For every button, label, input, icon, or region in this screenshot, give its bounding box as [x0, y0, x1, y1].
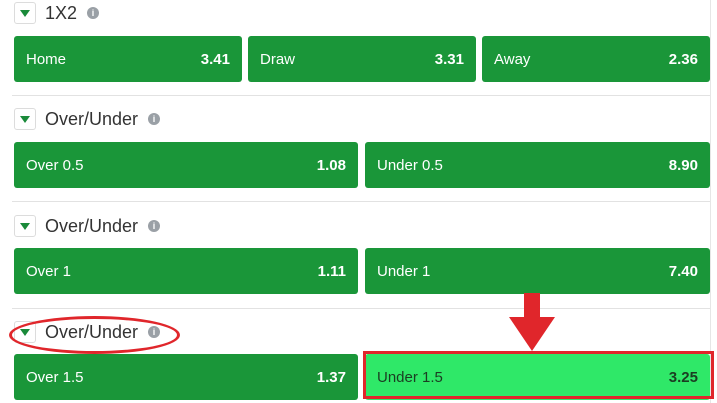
odd-button-home[interactable]: Home 3.41 — [14, 36, 242, 82]
collapse-toggle-icon[interactable] — [14, 2, 36, 24]
market-header[interactable]: Over/Under i — [14, 214, 161, 238]
outcome-label: Away — [494, 50, 531, 68]
outcome-label: Over 1 — [26, 262, 72, 280]
odd-button-over-1[interactable]: Over 1 1.11 — [14, 248, 358, 294]
odd-button-under-1[interactable]: Under 1 7.40 — [365, 248, 710, 294]
odd-button-away[interactable]: Away 2.36 — [482, 36, 710, 82]
outcome-price: 1.37 — [316, 368, 346, 386]
panel-edge — [710, 0, 711, 403]
outcome-price: 1.08 — [316, 156, 346, 174]
info-icon[interactable]: i — [148, 326, 161, 338]
outcome-price: 3.31 — [434, 50, 464, 68]
odd-button-over-1-5[interactable]: Over 1.5 1.37 — [14, 354, 358, 400]
collapse-toggle-icon[interactable] — [14, 108, 36, 130]
market-title: 1X2 — [45, 2, 78, 23]
outcome-label: Draw — [260, 50, 296, 68]
outcome-price: 8.90 — [668, 156, 698, 174]
market-over-under-1-5: Over/Under i Over 1.5 1.37 Under 1.5 3.2… — [0, 309, 710, 403]
odd-button-under-1-5[interactable]: Under 1.5 3.25 — [365, 354, 710, 400]
outcome-price: 2.36 — [668, 50, 698, 68]
collapse-toggle-icon[interactable] — [14, 215, 36, 237]
outcome-label: Over 0.5 — [26, 156, 84, 174]
market-1x2: 1X2 i Home 3.41 Draw 3.31 Away 2.36 — [0, 0, 710, 90]
outcome-price: 3.41 — [200, 50, 230, 68]
outcome-price: 3.25 — [668, 368, 698, 386]
outcome-label: Home — [26, 50, 67, 68]
outcome-label: Under 0.5 — [377, 156, 443, 174]
market-over-under-1: Over/Under i Over 1 1.11 Under 1 7.40 — [0, 202, 710, 302]
market-header[interactable]: Over/Under i — [14, 107, 161, 131]
market-title: Over/Under — [45, 321, 139, 342]
outcome-label: Under 1.5 — [377, 368, 443, 386]
odd-button-over-0-5[interactable]: Over 0.5 1.08 — [14, 142, 358, 188]
odd-button-draw[interactable]: Draw 3.31 — [248, 36, 476, 82]
market-header[interactable]: Over/Under i — [14, 320, 161, 344]
outcome-label: Under 1 — [377, 262, 431, 280]
market-title: Over/Under — [45, 215, 139, 236]
info-icon[interactable]: i — [148, 220, 161, 232]
market-over-under-0-5: Over/Under i Over 0.5 1.08 Under 0.5 8.9… — [0, 96, 710, 196]
collapse-toggle-icon[interactable] — [14, 321, 36, 343]
info-icon[interactable]: i — [148, 113, 161, 125]
market-header[interactable]: 1X2 i — [14, 1, 100, 25]
info-icon[interactable]: i — [87, 7, 100, 19]
odd-button-under-0-5[interactable]: Under 0.5 8.90 — [365, 142, 710, 188]
outcome-price: 1.11 — [317, 262, 346, 280]
outcome-price: 7.40 — [668, 262, 698, 280]
market-title: Over/Under — [45, 108, 139, 129]
outcome-label: Over 1.5 — [26, 368, 84, 386]
